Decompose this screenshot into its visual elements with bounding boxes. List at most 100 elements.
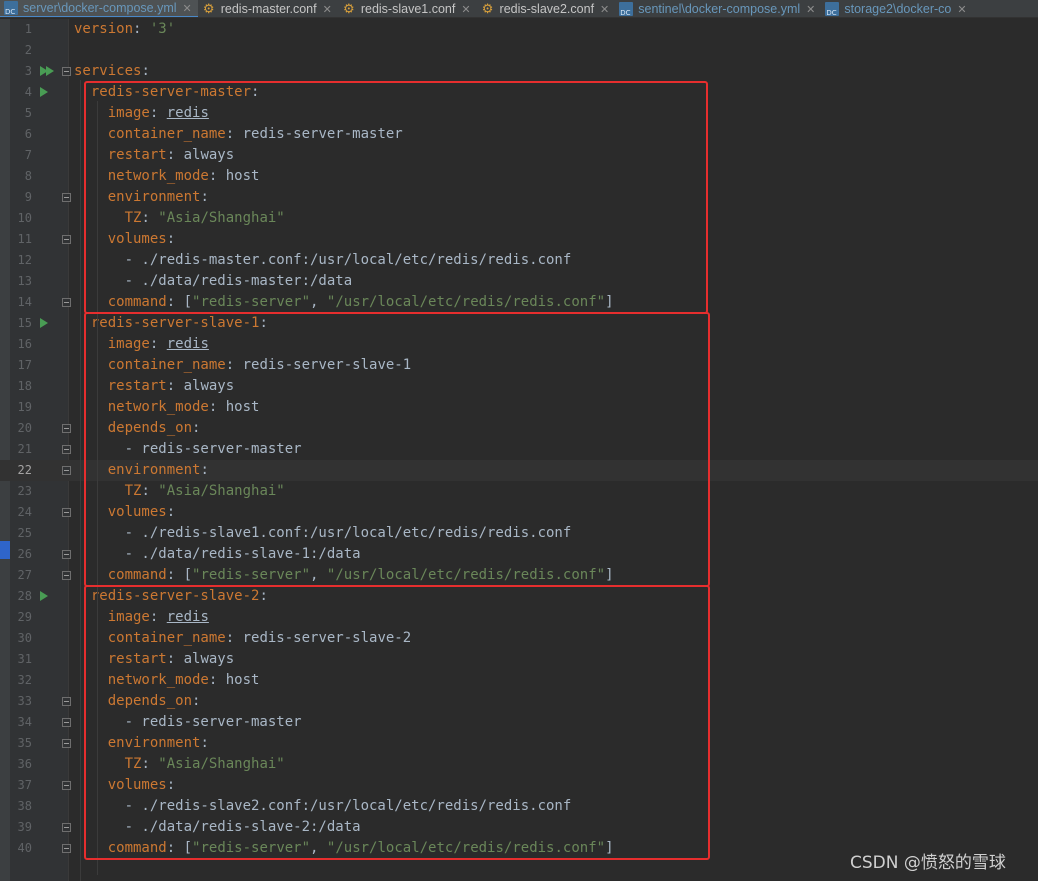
fold-marker-icon[interactable]: [62, 571, 71, 580]
close-icon[interactable]: ✕: [323, 3, 332, 16]
line-number: 30: [17, 631, 32, 645]
line-number: 17: [17, 358, 32, 372]
line-number: 1: [24, 22, 32, 36]
line-number: 36: [17, 757, 32, 771]
line-number: 2: [24, 43, 32, 57]
line-number: 26: [17, 547, 32, 561]
line-number: 5: [24, 106, 32, 120]
code-line[interactable]: 3 services:: [0, 61, 1038, 82]
line-number: 6: [24, 127, 32, 141]
line-number: 18: [17, 379, 32, 393]
line-number: 37: [17, 778, 32, 792]
run-service-icon[interactable]: [40, 591, 48, 601]
fold-marker-icon[interactable]: [62, 550, 71, 559]
code-text: version: '3': [74, 19, 175, 40]
close-icon[interactable]: ✕: [183, 2, 192, 15]
line-number: 16: [17, 337, 32, 351]
highlight-box-redis-server-master: [84, 81, 708, 314]
tab-label: redis-slave1.conf: [360, 2, 456, 16]
gear-file-icon: ⚙: [481, 1, 494, 16]
fold-marker-icon[interactable]: [62, 193, 71, 202]
fold-marker-icon[interactable]: [62, 445, 71, 454]
fold-marker-icon[interactable]: [62, 739, 71, 748]
code-line[interactable]: 1 version: '3': [0, 19, 1038, 40]
line-number: 40: [17, 841, 32, 855]
line-number: 27: [17, 568, 32, 582]
editor-tab[interactable]: server\docker-compose.yml ✕: [0, 0, 198, 17]
highlight-box-redis-server-slave-1: [84, 312, 710, 587]
docker-compose-file-icon: [4, 1, 18, 16]
close-icon[interactable]: ✕: [957, 3, 966, 16]
line-number: 25: [17, 526, 32, 540]
fold-marker-icon[interactable]: [62, 466, 71, 475]
line-number: 23: [17, 484, 32, 498]
line-number: 39: [17, 820, 32, 834]
line-number: 35: [17, 736, 32, 750]
fold-marker-icon[interactable]: [62, 697, 71, 706]
tab-label: server\docker-compose.yml: [23, 1, 177, 15]
line-number: 38: [17, 799, 32, 813]
fold-marker-icon[interactable]: [62, 235, 71, 244]
gear-file-icon: ⚙: [343, 1, 355, 16]
fold-marker-icon[interactable]: [62, 718, 71, 727]
close-icon[interactable]: ✕: [461, 3, 470, 16]
line-number: 9: [24, 190, 32, 204]
fold-marker-icon[interactable]: [62, 67, 71, 76]
editor-tab-bar: server\docker-compose.yml ✕ ⚙ redis-master.…: [0, 0, 1038, 18]
fold-marker-icon[interactable]: [62, 781, 71, 790]
line-number: 21: [17, 442, 32, 456]
close-icon[interactable]: ✕: [806, 3, 815, 16]
run-all-icon[interactable]: [40, 66, 54, 76]
line-number: 32: [17, 673, 32, 687]
gear-file-icon: ⚙: [202, 1, 215, 16]
run-service-icon[interactable]: [40, 318, 48, 328]
code-token: :: [141, 63, 150, 79]
line-number: 12: [17, 253, 32, 267]
editor-tab[interactable]: storage2\docker-co ✕: [821, 0, 972, 17]
tab-label: storage2\docker-co: [844, 2, 952, 16]
code-line[interactable]: 2: [0, 40, 1038, 61]
code-text: services:: [74, 61, 150, 82]
line-number: 29: [17, 610, 32, 624]
line-number: 34: [17, 715, 32, 729]
code-token: version: [74, 21, 134, 37]
docker-compose-file-icon: [825, 2, 840, 17]
line-number: 7: [24, 148, 32, 162]
line-number: 10: [17, 211, 32, 225]
docker-compose-file-icon: [619, 2, 634, 17]
line-number: 13: [17, 274, 32, 288]
close-icon[interactable]: ✕: [600, 3, 609, 16]
line-number: 33: [17, 694, 32, 708]
editor-tab[interactable]: sentinel\docker-compose.yml ✕: [615, 0, 821, 17]
editor-tab[interactable]: ⚙ redis-slave2.conf ✕: [477, 0, 616, 17]
line-number: 20: [17, 421, 32, 435]
line-number: 31: [17, 652, 32, 666]
fold-marker-icon[interactable]: [62, 508, 71, 517]
tab-label: redis-slave2.conf: [499, 2, 595, 16]
line-number: 15: [17, 316, 32, 330]
fold-marker-icon[interactable]: [62, 424, 71, 433]
tab-label: redis-master.conf: [220, 2, 317, 16]
line-number: 24: [17, 505, 32, 519]
highlight-box-redis-server-slave-2: [84, 585, 710, 860]
run-service-icon[interactable]: [40, 87, 48, 97]
code-token: services: [74, 63, 142, 79]
tab-label: sentinel\docker-compose.yml: [638, 2, 801, 16]
editor-tab[interactable]: ⚙ redis-slave1.conf ✕: [338, 0, 477, 17]
code-token: '3': [149, 21, 176, 37]
watermark: CSDN @愤怒的雪球: [850, 853, 1006, 873]
editor-tab[interactable]: ⚙ redis-master.conf ✕: [198, 0, 338, 17]
line-number: 28: [17, 589, 32, 603]
line-number: 19: [17, 400, 32, 414]
line-number: 11: [17, 232, 32, 246]
indent-guide: [80, 80, 81, 881]
line-number: 22: [17, 463, 32, 477]
code-token: :: [133, 21, 150, 37]
fold-marker-icon[interactable]: [62, 844, 71, 853]
fold-marker-icon[interactable]: [62, 823, 71, 832]
fold-marker-icon[interactable]: [62, 298, 71, 307]
line-number: 8: [24, 169, 32, 183]
line-number: 3: [24, 64, 32, 78]
line-number: 4: [24, 85, 32, 99]
line-number: 14: [17, 295, 32, 309]
